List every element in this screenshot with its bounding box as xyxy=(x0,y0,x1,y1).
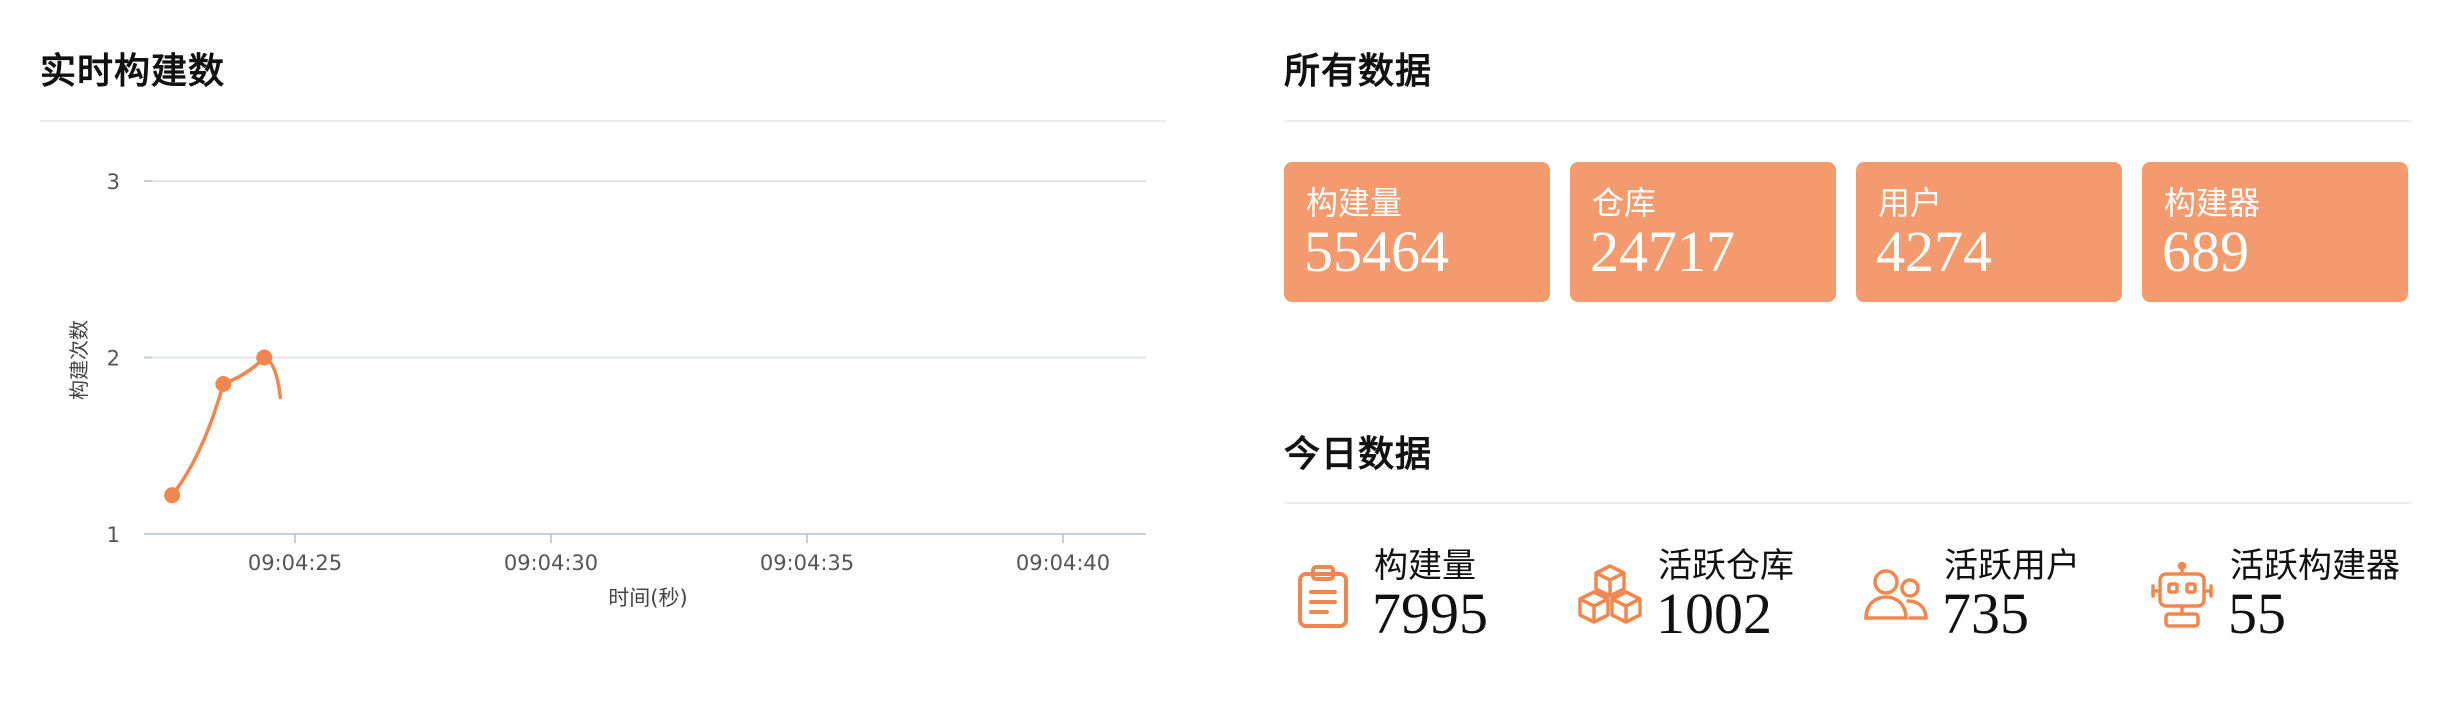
total-builds-card: 构建量 55464 xyxy=(1284,162,1550,302)
cubes-icon xyxy=(1578,564,1642,624)
today-active-users: 活跃用户 735 xyxy=(1862,532,2132,652)
today-value: 7995 xyxy=(1372,581,1488,646)
realtime-title: 实时构建数 xyxy=(40,51,226,92)
data-point xyxy=(256,349,273,366)
users-icon xyxy=(1864,569,1928,620)
y-tick-label: 3 xyxy=(107,170,120,194)
today-value: 1002 xyxy=(1656,581,1772,646)
y-axis-title: 构建次数 xyxy=(67,320,91,400)
today-value: 735 xyxy=(1942,581,2029,646)
total-builders-card: 构建器 689 xyxy=(2142,162,2408,302)
y-tick-label: 2 xyxy=(107,347,120,371)
today-value: 55 xyxy=(2228,581,2286,646)
card-value: 24717 xyxy=(1590,219,1735,284)
data-point xyxy=(215,375,232,392)
data-point xyxy=(164,487,181,504)
today-active-repos: 活跃仓库 1002 xyxy=(1576,532,1846,652)
today-builds: 构建量 7995 xyxy=(1292,532,1562,652)
card-value: 689 xyxy=(2162,219,2249,284)
total-users-card: 用户 4274 xyxy=(1856,162,2122,302)
card-value: 55464 xyxy=(1304,219,1449,284)
y-tick-label: 1 xyxy=(107,523,120,547)
today-active-builders: 活跃构建器 55 xyxy=(2148,532,2418,652)
all-data-divider xyxy=(1284,120,2412,122)
card-value: 4274 xyxy=(1876,219,1992,284)
x-tick-label: 09:04:30 xyxy=(504,551,598,575)
total-repos-card: 仓库 24717 xyxy=(1570,162,1836,302)
today-title: 今日数据 xyxy=(1284,434,1433,475)
realtime-build-chart[interactable]: 1 2 3 09:04:25 09:04:30 09:04:35 09:04:40 构建次数… xyxy=(0,140,1180,640)
all-data-title: 所有数据 xyxy=(1284,51,1433,92)
x-tick-label: 09:04:35 xyxy=(760,551,854,575)
today-divider xyxy=(1284,502,2412,504)
realtime-divider xyxy=(40,120,1166,122)
x-tick-label: 09:04:40 xyxy=(1016,551,1110,575)
robot-icon xyxy=(2151,562,2213,628)
x-axis-title: 时间(秒) xyxy=(608,586,687,610)
clipboard-icon xyxy=(1298,565,1348,628)
x-tick-label: 09:04:25 xyxy=(248,551,342,575)
